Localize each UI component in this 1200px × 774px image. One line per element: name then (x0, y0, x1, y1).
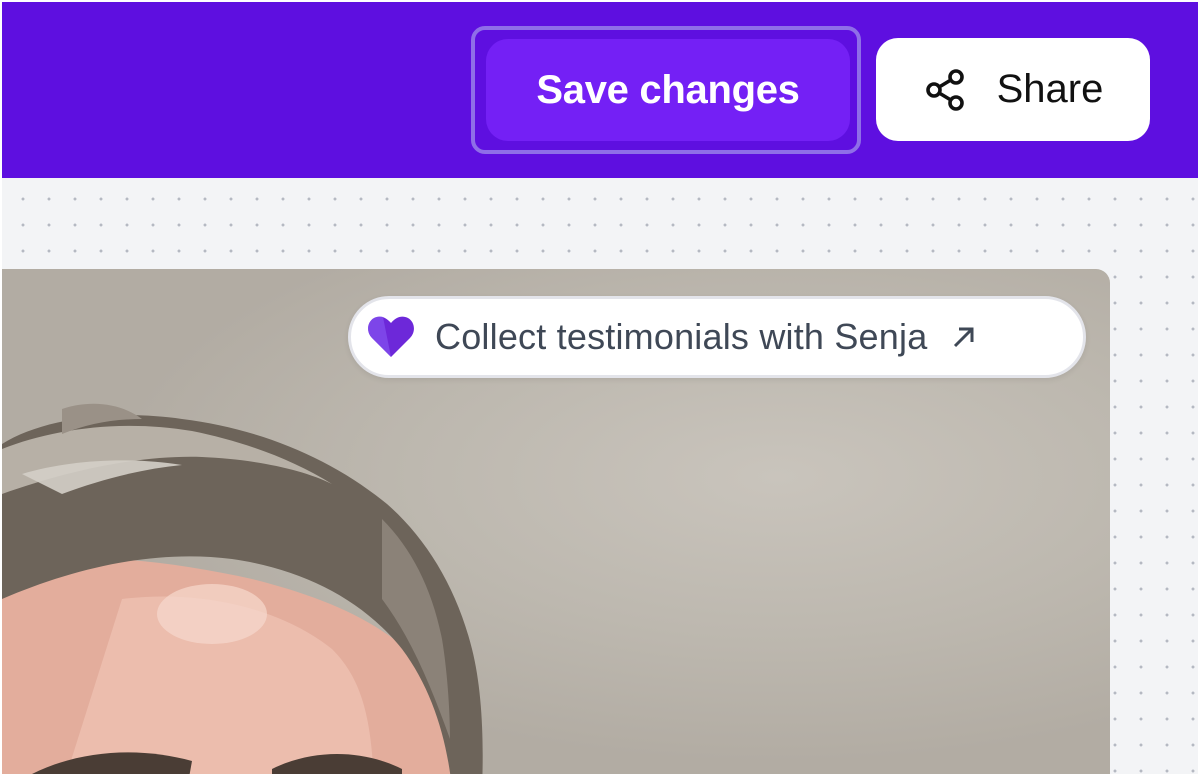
heart-icon (367, 315, 415, 359)
save-changes-button[interactable]: Save changes (486, 39, 850, 141)
share-button[interactable]: Share (876, 38, 1150, 141)
app-frame: Save changes Share Collect testimonials … (2, 2, 1198, 774)
top-bar: Save changes Share (2, 2, 1198, 178)
collect-testimonials-cta[interactable]: Collect testimonials with Senja (348, 296, 1086, 378)
cta-label: Collect testimonials with Senja (435, 316, 928, 357)
arrow-up-right-icon (949, 322, 979, 352)
share-button-label: Share (996, 67, 1104, 111)
share-icon (923, 67, 969, 113)
editor-canvas: Collect testimonials with Senja (2, 178, 1198, 774)
